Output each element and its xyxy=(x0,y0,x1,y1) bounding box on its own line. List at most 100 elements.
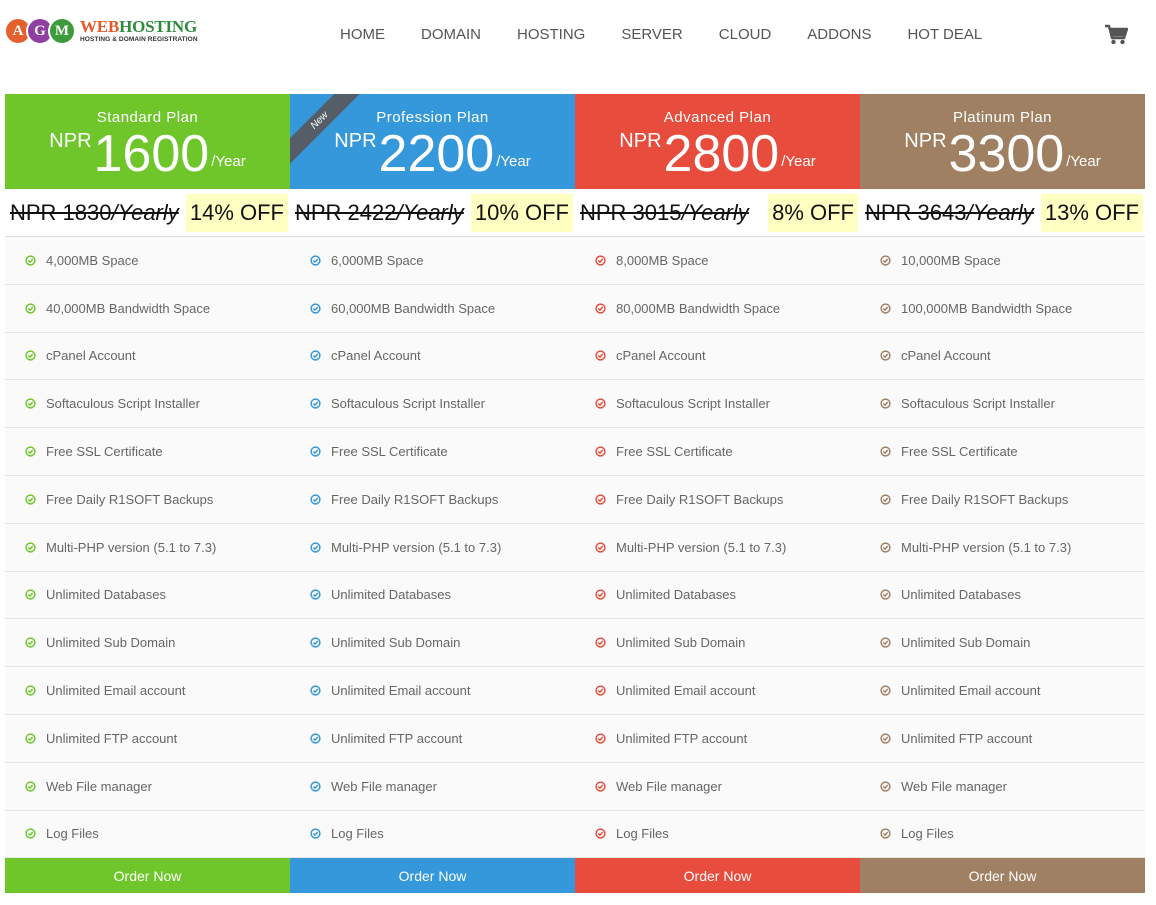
feature-item: Unlimited Databases xyxy=(5,572,290,620)
feature-label: Web File manager xyxy=(616,778,722,794)
check-circle-icon xyxy=(595,781,606,792)
old-price: NPR 2422/Yearly xyxy=(295,200,464,226)
plan-name: Advanced Plan xyxy=(663,109,772,126)
feature-label: Free SSL Certificate xyxy=(331,444,448,460)
nav-addons[interactable]: ADDONS xyxy=(807,26,871,43)
nav-home[interactable]: HOME xyxy=(340,26,385,43)
feature-label: cPanel Account xyxy=(901,348,991,364)
check-circle-icon xyxy=(310,685,321,696)
check-circle-icon xyxy=(880,542,891,553)
feature-item: 60,000MB Bandwidth Space xyxy=(290,285,575,333)
plan-header: Advanced Plan NPR 2800/Year xyxy=(575,94,860,189)
price-currency: NPR xyxy=(619,130,662,152)
check-circle-icon xyxy=(595,350,606,362)
feature-item: Log Files xyxy=(575,811,860,859)
check-circle-icon xyxy=(310,733,321,744)
feature-item: Unlimited Email account xyxy=(290,667,575,715)
feature-item: Log Files xyxy=(860,811,1145,859)
check-circle-icon xyxy=(310,398,321,409)
plan-price: NPR 3300/Year xyxy=(860,128,1145,180)
feature-label: cPanel Account xyxy=(616,348,706,364)
feature-item: cPanel Account xyxy=(5,333,290,381)
feature-item: Unlimited FTP account xyxy=(5,715,290,763)
old-price-suffix: /Yearly xyxy=(111,199,179,225)
check-circle-icon xyxy=(25,303,36,314)
feature-item: Multi-PHP version (5.1 to 7.3) xyxy=(575,524,860,572)
feature-list: 6,000MB Space 60,000MB Bandwidth Space cPa… xyxy=(290,237,575,859)
check-circle-icon xyxy=(310,542,321,553)
price-currency: NPR xyxy=(904,130,947,152)
check-circle-icon xyxy=(595,255,606,266)
feature-item: Unlimited FTP account xyxy=(860,715,1145,763)
feature-item: Free SSL Certificate xyxy=(860,428,1145,476)
feature-label: Softaculous Script Installer xyxy=(331,396,485,412)
old-price-suffix: /Yearly xyxy=(681,199,749,225)
order-now-button[interactable]: Order Now xyxy=(5,858,290,894)
feature-label: Log Files xyxy=(46,826,99,842)
feature-item: Free Daily R1SOFT Backups xyxy=(575,476,860,524)
check-circle-icon xyxy=(25,255,36,266)
check-circle-icon xyxy=(595,446,606,457)
check-circle-icon xyxy=(25,350,36,362)
check-circle-icon xyxy=(310,637,321,648)
feature-item: Unlimited Sub Domain xyxy=(5,619,290,668)
feature-item: Multi-PHP version (5.1 to 7.3) xyxy=(860,524,1145,572)
check-circle-icon xyxy=(880,828,891,840)
pricing-table: Standard Plan NPR 1600/Year NPR 1830/Yearly… xyxy=(5,94,1145,894)
feature-label: Free SSL Certificate xyxy=(901,444,1018,460)
check-circle-icon xyxy=(880,350,891,362)
discount-badge: 8% OFF xyxy=(768,193,858,232)
nav-cloud[interactable]: CLOUD xyxy=(719,26,772,43)
plan-price: NPR 2200/Year xyxy=(290,128,575,180)
check-circle-icon xyxy=(595,398,606,409)
plan-card: Advanced Plan NPR 2800/Year NPR 3015/Yearly… xyxy=(575,94,860,894)
check-circle-icon xyxy=(880,398,891,409)
order-now-button[interactable]: Order Now xyxy=(290,858,575,894)
feature-label: Free Daily R1SOFT Backups xyxy=(901,491,1069,507)
feature-item: Log Files xyxy=(5,811,290,859)
feature-label: Softaculous Script Installer xyxy=(616,396,770,412)
feature-label: Log Files xyxy=(331,826,384,842)
site-header: A G M WEBHOSTING HOSTING & DOMAIN REGIST… xyxy=(0,0,1156,70)
discount-badge: 14% OFF xyxy=(185,193,288,232)
feature-label: Softaculous Script Installer xyxy=(901,396,1055,412)
plan-card: Platinum Plan NPR 3300/Year NPR 3643/Yearly… xyxy=(860,94,1145,894)
check-circle-icon xyxy=(310,589,321,601)
nav-domain[interactable]: DOMAIN xyxy=(421,26,481,43)
old-price-row: NPR 3643/Yearly 13% OFF xyxy=(860,189,1145,237)
feature-item: Unlimited Email account xyxy=(5,667,290,715)
old-price: NPR 3015/Yearly xyxy=(580,200,749,226)
order-now-button[interactable]: Order Now xyxy=(860,858,1145,894)
check-circle-icon xyxy=(25,733,36,744)
order-now-button[interactable]: Order Now xyxy=(575,858,860,894)
nav-hot-deal[interactable]: HOT DEAL xyxy=(907,26,982,43)
feature-item: Multi-PHP version (5.1 to 7.3) xyxy=(290,524,575,572)
feature-label: Unlimited Databases xyxy=(901,587,1021,603)
shopping-cart-icon[interactable] xyxy=(1104,24,1129,46)
feature-label: Multi-PHP version (5.1 to 7.3) xyxy=(901,539,1072,555)
check-circle-icon xyxy=(880,255,891,266)
main-nav: HOME DOMAIN HOSTING SERVER CLOUD ADDONS … xyxy=(340,26,1018,43)
check-circle-icon xyxy=(880,303,891,314)
old-price-suffix: /Yearly xyxy=(396,199,464,225)
feature-item: Web File manager xyxy=(290,763,575,811)
feature-label: Unlimited Databases xyxy=(331,587,451,603)
check-circle-icon xyxy=(880,589,891,601)
site-logo[interactable]: A G M WEBHOSTING HOSTING & DOMAIN REGIST… xyxy=(4,14,198,48)
price-currency: NPR xyxy=(334,130,377,152)
feature-label: Free Daily R1SOFT Backups xyxy=(331,491,499,507)
nav-hosting[interactable]: HOSTING xyxy=(517,26,585,43)
feature-item: Unlimited Sub Domain xyxy=(860,619,1145,668)
price-period: /Year xyxy=(211,153,246,170)
nav-server[interactable]: SERVER xyxy=(621,26,682,43)
feature-list: 10,000MB Space 100,000MB Bandwidth Space c… xyxy=(860,237,1145,859)
old-price-value: NPR 3015 xyxy=(580,199,682,225)
feature-item: Softaculous Script Installer xyxy=(575,380,860,429)
plan-header: Platinum Plan NPR 3300/Year xyxy=(860,94,1145,189)
check-circle-icon xyxy=(310,255,321,266)
feature-label: Unlimited Email account xyxy=(616,683,756,699)
feature-label: 4,000MB Space xyxy=(46,252,139,268)
check-circle-icon xyxy=(595,589,606,601)
feature-label: Unlimited Databases xyxy=(616,587,736,603)
feature-label: Multi-PHP version (5.1 to 7.3) xyxy=(331,539,502,555)
